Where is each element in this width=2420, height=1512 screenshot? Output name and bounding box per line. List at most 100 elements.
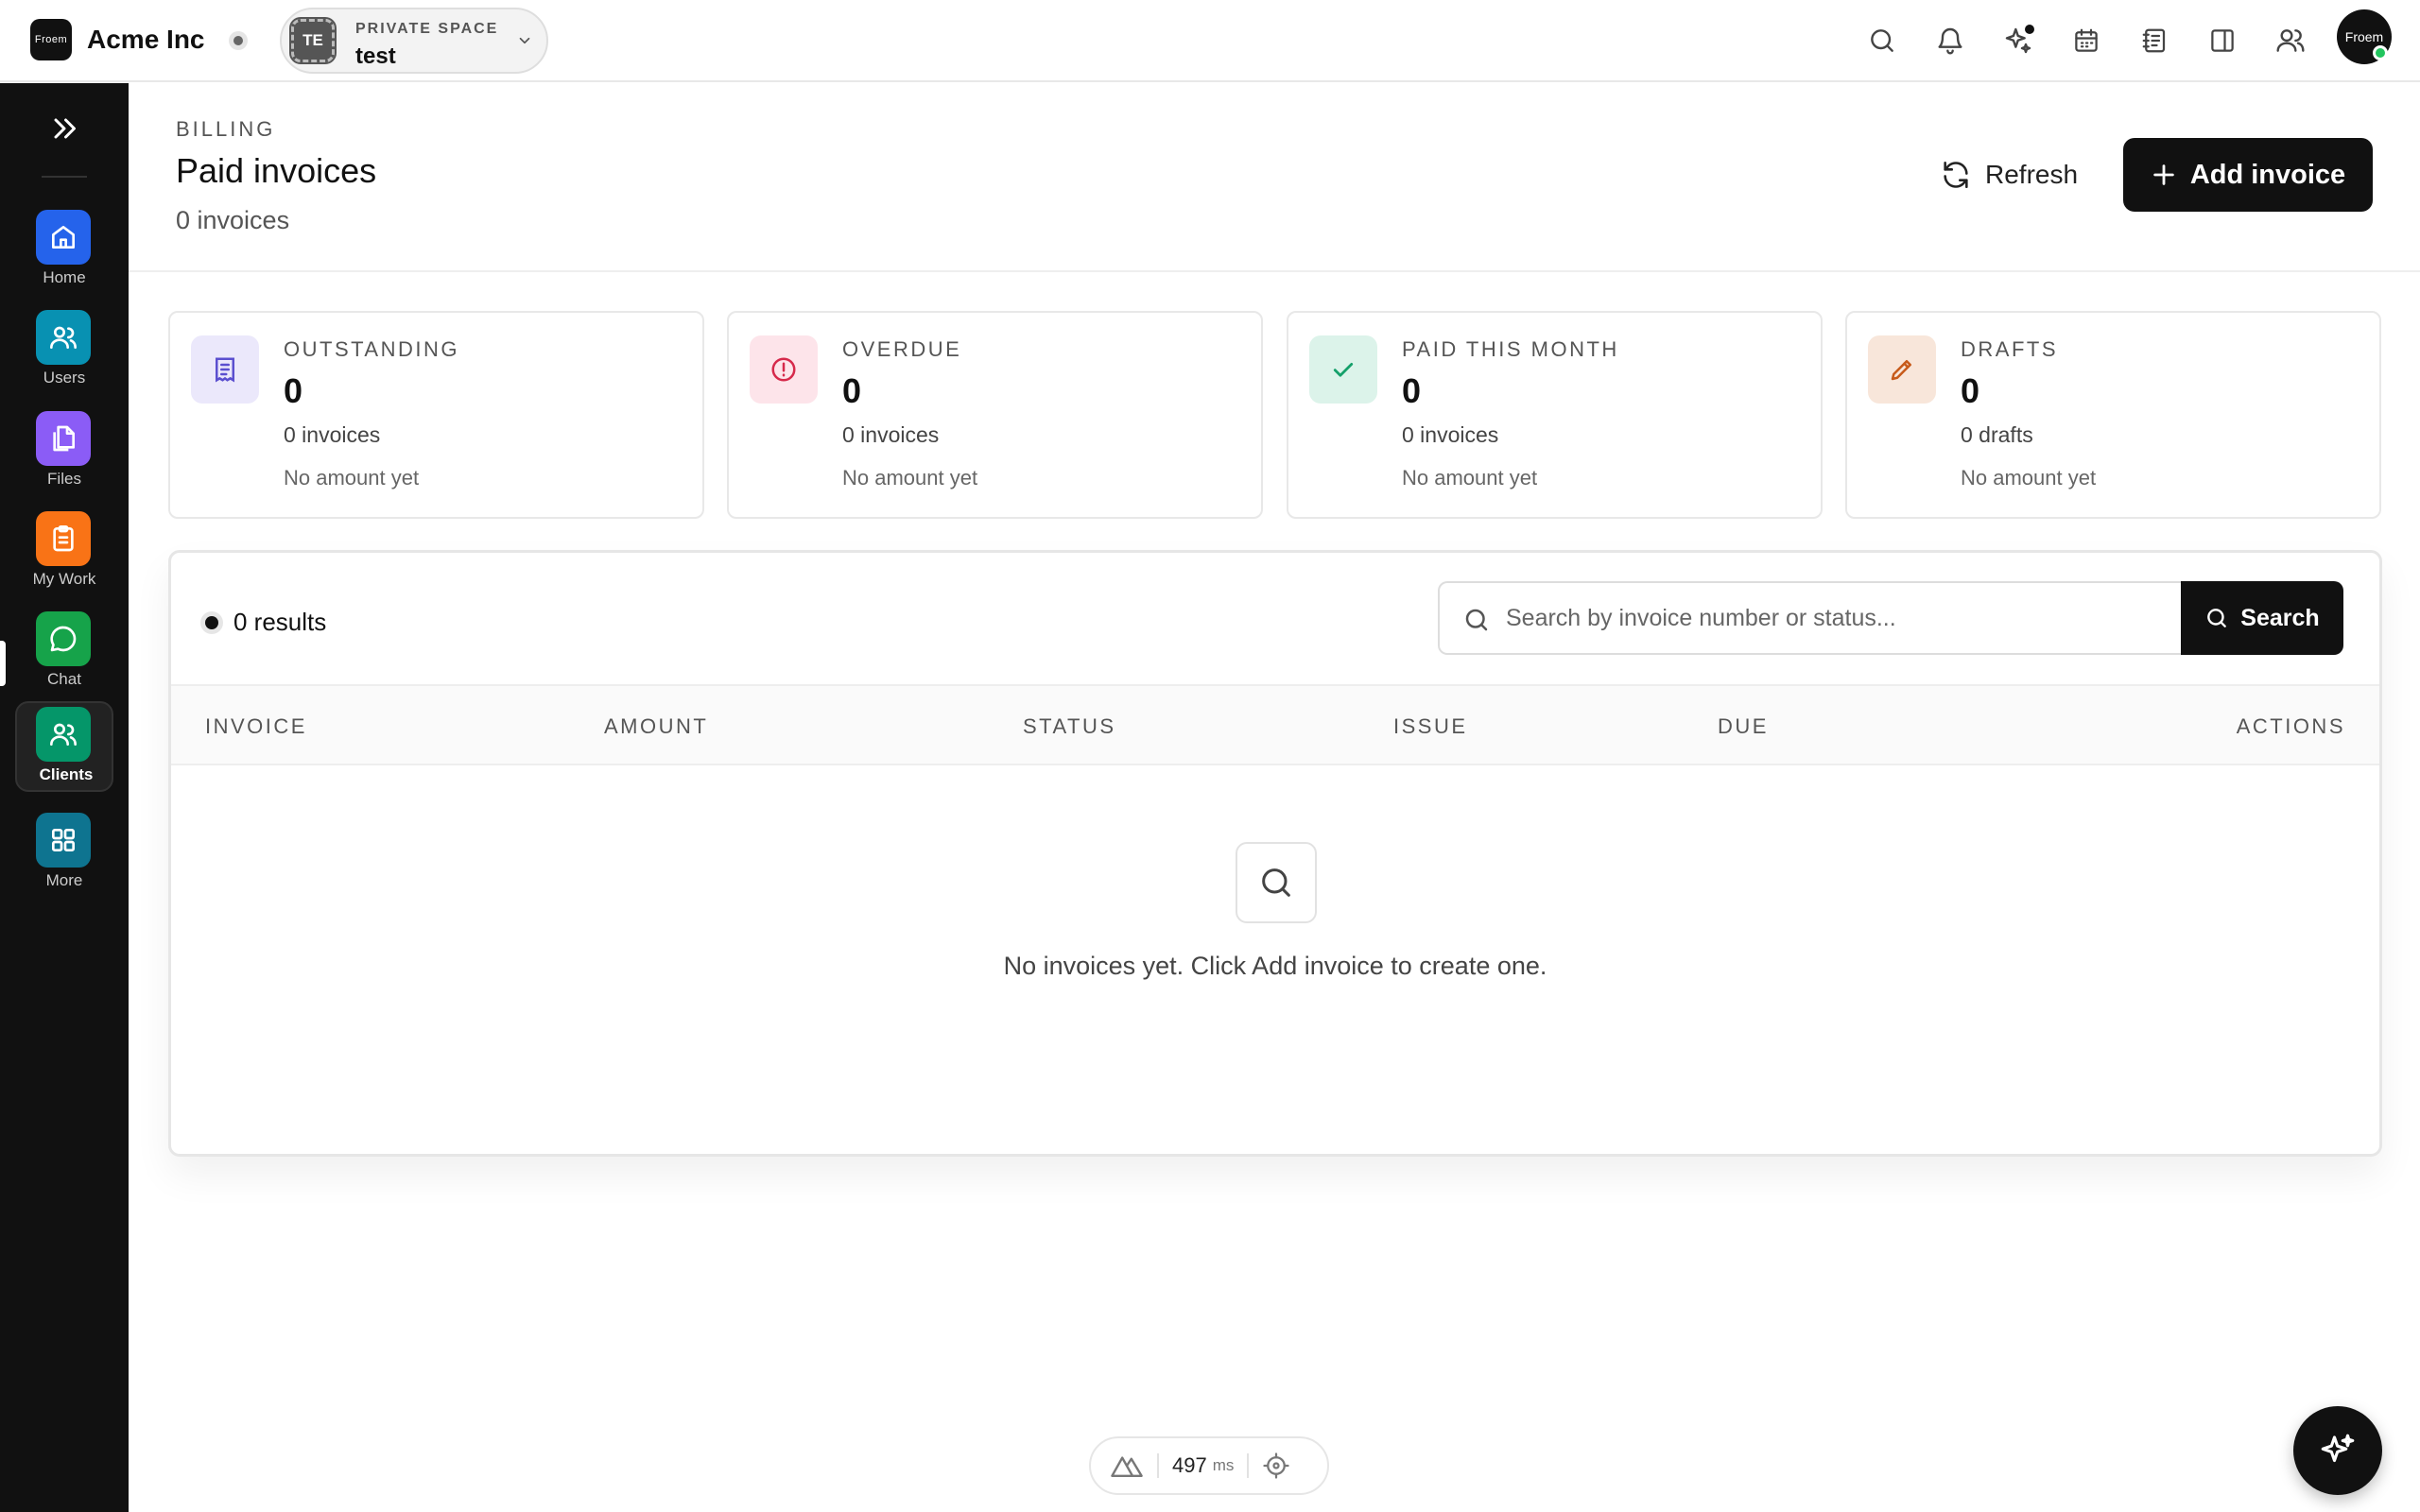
stat-label: PAID THIS MONTH (1402, 337, 1619, 361)
divider (1247, 1453, 1250, 1478)
app-logo[interactable]: Froem (30, 19, 72, 60)
crosshair-icon[interactable] (1262, 1452, 1290, 1480)
column-header-actions: ACTIONS (2236, 714, 2345, 738)
space-switcher[interactable]: TE PRIVATE SPACE test (280, 8, 548, 74)
stat-label: DRAFTS (1961, 337, 2058, 361)
stat-card-paid-this-month: PAID THIS MONTH 0 0 invoices No amount y… (1287, 311, 1823, 519)
stat-note: No amount yet (842, 466, 978, 490)
perf-unit: ms (1212, 1456, 1235, 1474)
expand-sidebar-icon[interactable] (47, 112, 81, 146)
sparkles-icon (2318, 1431, 2358, 1470)
bell-icon[interactable] (1930, 21, 1970, 60)
sidebar-item-users[interactable]: Users (15, 304, 113, 395)
receipt-icon (191, 335, 259, 404)
table-header: INVOICE AMOUNT STATUS ISSUE DUE ACTIONS (171, 684, 2379, 765)
column-header-amount[interactable]: AMOUNT (604, 714, 708, 739)
page-title: Paid invoices (176, 151, 377, 190)
stat-value: 0 (842, 371, 862, 410)
stat-count: 0 invoices (1402, 422, 1499, 447)
files-icon (36, 411, 91, 466)
stat-value: 0 (1961, 371, 1980, 410)
sidebar-item-label: Clients (39, 765, 94, 783)
column-header-invoice[interactable]: INVOICE (205, 714, 307, 739)
users-icon (36, 310, 91, 365)
stat-card-outstanding: OUTSTANDING 0 0 invoices No amount yet (168, 311, 704, 519)
search-icon (2204, 606, 2229, 630)
results-count: 0 results (205, 608, 326, 637)
column-header-issue[interactable]: ISSUE (1393, 714, 1468, 739)
sidebar-item-files[interactable]: Files (15, 405, 113, 496)
sidebar-item-label: Users (43, 369, 86, 387)
column-header-status[interactable]: STATUS (1023, 714, 1116, 739)
clipboard-icon (36, 511, 91, 566)
top-bar: Froem Acme Inc TE PRIVATE SPACE test Fro… (0, 0, 2420, 82)
refresh-button[interactable]: Refresh (1940, 151, 2078, 198)
results-label: 0 results (233, 608, 327, 636)
mountain-icon (1110, 1452, 1144, 1479)
empty-search-icon (1236, 842, 1317, 923)
sidebar-item-clients[interactable]: Clients (15, 701, 113, 792)
calendar-icon[interactable] (2066, 21, 2106, 60)
search-button-label: Search (2240, 604, 2320, 631)
sidebar: Home Users Files My Work Chat Clients Mo… (0, 83, 129, 1512)
alert-icon (750, 335, 818, 404)
sidebar-divider (42, 176, 87, 178)
stat-note: No amount yet (284, 466, 420, 490)
pencil-icon (1868, 335, 1936, 404)
search-icon (1462, 606, 1491, 634)
search-field[interactable] (1438, 581, 2181, 655)
stat-label: OVERDUE (842, 337, 962, 361)
stat-note: No amount yet (1961, 466, 2097, 490)
search-button[interactable]: Search (2181, 581, 2343, 655)
header-divider (129, 270, 2420, 272)
stat-count: 0 invoices (842, 422, 940, 447)
search-input[interactable] (1506, 591, 2168, 645)
refresh-label: Refresh (1985, 160, 2079, 189)
panel-icon[interactable] (2203, 21, 2242, 60)
performance-widget[interactable]: 497 ms (1089, 1436, 1329, 1495)
divider (1157, 1453, 1159, 1478)
column-header-due[interactable]: DUE (1718, 714, 1769, 739)
stat-count: 0 invoices (284, 422, 381, 447)
stat-value: 0 (1402, 371, 1422, 410)
refresh-icon (1940, 159, 1972, 191)
active-indicator (0, 641, 6, 686)
stat-note: No amount yet (1402, 466, 1538, 490)
sidebar-item-more[interactable]: More (15, 807, 113, 898)
sparkles-icon[interactable] (1998, 21, 2038, 60)
breadcrumb: BILLING (176, 117, 276, 141)
space-name: test (355, 43, 396, 69)
stat-value: 0 (284, 371, 303, 410)
online-indicator (2373, 45, 2388, 60)
add-invoice-label: Add invoice (2189, 159, 2346, 190)
check-icon (1309, 335, 1377, 404)
invoice-count: 0 invoices (176, 206, 290, 234)
sidebar-item-label: Chat (47, 670, 81, 688)
sidebar-item-my-work[interactable]: My Work (15, 506, 113, 596)
sidebar-item-chat[interactable]: Chat (15, 606, 113, 696)
notebook-icon[interactable] (2135, 21, 2174, 60)
stat-count: 0 drafts (1961, 422, 2033, 447)
chevron-down-icon (516, 32, 533, 49)
empty-state-message: No invoices yet. Click Add invoice to cr… (1003, 952, 1547, 980)
space-label: PRIVATE SPACE (355, 21, 499, 37)
notification-dot (2025, 25, 2034, 34)
app-title: Acme Inc (87, 25, 205, 54)
sidebar-item-label: My Work (32, 570, 96, 588)
invoices-panel: 0 results Search INVOICE AMOUNT STATUS I… (168, 550, 2382, 1157)
plus-icon (2151, 162, 2177, 188)
sidebar-item-home[interactable]: Home (15, 204, 113, 295)
people-icon[interactable] (2271, 21, 2310, 60)
stat-card-overdue: OVERDUE 0 0 invoices No amount yet (727, 311, 1263, 519)
stat-label: OUTSTANDING (284, 337, 459, 361)
sidebar-item-label: More (45, 871, 83, 889)
sidebar-item-label: Files (47, 470, 81, 488)
results-dot (205, 615, 218, 629)
perf-value: 497 (1172, 1453, 1207, 1477)
ai-assistant-button[interactable] (2293, 1406, 2382, 1495)
add-invoice-button[interactable]: Add invoice (2123, 138, 2373, 212)
space-avatar: TE (289, 17, 337, 64)
search-icon[interactable] (1862, 21, 1902, 60)
home-icon (36, 210, 91, 265)
sidebar-item-label: Home (43, 268, 86, 286)
